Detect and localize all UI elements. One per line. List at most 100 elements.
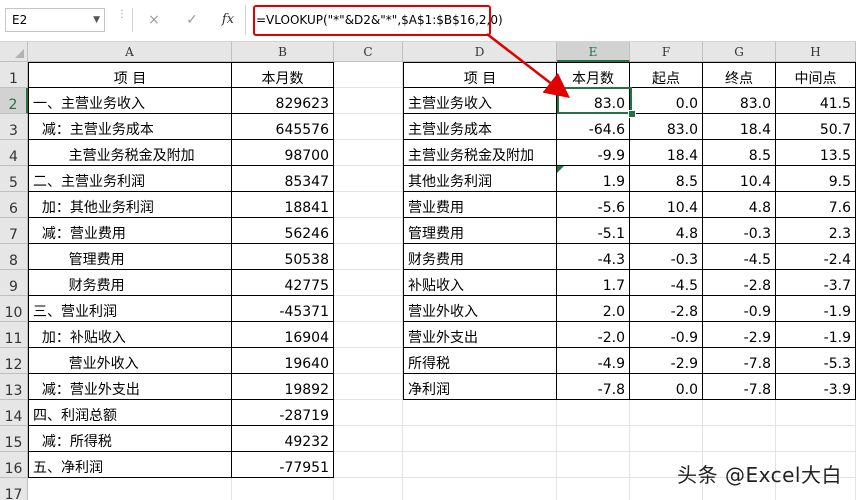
table-cell-value[interactable]: 7.6: [776, 192, 856, 218]
table-cell-value[interactable]: 10.4: [630, 192, 703, 218]
cell-d1[interactable]: 项 目: [403, 62, 557, 88]
cell-d14[interactable]: [403, 400, 557, 426]
table-cell-value[interactable]: -9.9: [557, 140, 630, 166]
table-cell-item[interactable]: 营业外收入: [403, 296, 557, 322]
table-cell-value[interactable]: 0.0: [630, 374, 703, 400]
column-header-g[interactable]: G: [703, 42, 776, 62]
cell-c4[interactable]: [334, 140, 403, 166]
cell-e15[interactable]: [557, 426, 630, 452]
row-header-10[interactable]: 10: [0, 296, 28, 322]
table-cell-value[interactable]: 1.9: [557, 166, 630, 192]
row-header-17[interactable]: 17: [0, 478, 28, 500]
table-cell-value[interactable]: -1.9: [776, 296, 856, 322]
cancel-icon[interactable]: ×: [143, 9, 165, 31]
cell-e17[interactable]: [557, 478, 630, 500]
column-header-a[interactable]: A: [28, 42, 232, 62]
table-cell-item[interactable]: 财务费用: [28, 270, 232, 296]
table-cell-value[interactable]: 0.0: [630, 88, 703, 114]
cell-e1[interactable]: 本月数: [557, 62, 630, 88]
cell-c5[interactable]: [334, 166, 403, 192]
table-cell-item[interactable]: 加：补贴收入: [28, 322, 232, 348]
table-cell-value[interactable]: 9.5: [776, 166, 856, 192]
table-cell-item[interactable]: 减：营业费用: [28, 218, 232, 244]
table-cell-value[interactable]: 16904: [232, 322, 334, 348]
table-cell-value[interactable]: -2.8: [630, 296, 703, 322]
row-header-14[interactable]: 14: [0, 400, 28, 426]
table-cell-item[interactable]: 主营业务成本: [403, 114, 557, 140]
table-cell-value[interactable]: 829623: [232, 88, 334, 114]
table-cell-item[interactable]: 主营业务税金及附加: [403, 140, 557, 166]
table-cell-item[interactable]: 主营业务税金及附加: [28, 140, 232, 166]
cell-g14[interactable]: [703, 400, 776, 426]
row-header-9[interactable]: 9: [0, 270, 28, 296]
table-cell-value[interactable]: -7.8: [703, 374, 776, 400]
table-cell-value[interactable]: -5.3: [776, 348, 856, 374]
table-cell-value[interactable]: 98700: [232, 140, 334, 166]
table-cell-value[interactable]: 4.8: [630, 218, 703, 244]
column-header-b[interactable]: B: [232, 42, 334, 62]
table-cell-value[interactable]: -3.7: [776, 270, 856, 296]
table-cell-item[interactable]: 管理费用: [28, 244, 232, 270]
table-cell-value[interactable]: -0.9: [703, 296, 776, 322]
row-header-13[interactable]: 13: [0, 374, 28, 400]
table-cell-value[interactable]: 83.0: [557, 88, 630, 114]
cell-a17[interactable]: [28, 478, 232, 500]
table-cell-value[interactable]: 8.5: [630, 166, 703, 192]
cell-c17[interactable]: [334, 478, 403, 500]
cell-c12[interactable]: [334, 348, 403, 374]
table-cell-value[interactable]: -4.9: [557, 348, 630, 374]
cell-c14[interactable]: [334, 400, 403, 426]
table-cell-value[interactable]: 1.7: [557, 270, 630, 296]
cell-c9[interactable]: [334, 270, 403, 296]
table-cell-value[interactable]: -64.6: [557, 114, 630, 140]
table-cell-item[interactable]: 补贴收入: [403, 270, 557, 296]
cell-d16[interactable]: [403, 452, 557, 478]
column-header-d[interactable]: D: [403, 42, 557, 62]
table-cell-value[interactable]: 85347: [232, 166, 334, 192]
table-cell-value[interactable]: 4.8: [703, 192, 776, 218]
table-cell-value[interactable]: 13.5: [776, 140, 856, 166]
row-header-15[interactable]: 15: [0, 426, 28, 452]
cell-f14[interactable]: [630, 400, 703, 426]
table-cell-value[interactable]: 19892: [232, 374, 334, 400]
table-cell-value[interactable]: 83.0: [630, 114, 703, 140]
table-cell-item[interactable]: 营业外收入: [28, 348, 232, 374]
row-header-5[interactable]: 5: [0, 166, 28, 192]
table-cell-value[interactable]: 18.4: [703, 114, 776, 140]
table-cell-item[interactable]: 二、主营业务利润: [28, 166, 232, 192]
chevron-down-icon[interactable]: ▼: [93, 9, 100, 31]
column-header-f[interactable]: F: [630, 42, 703, 62]
cell-c13[interactable]: [334, 374, 403, 400]
table-cell-value[interactable]: -7.8: [703, 348, 776, 374]
table-cell-value[interactable]: 10.4: [703, 166, 776, 192]
cell-c3[interactable]: [334, 114, 403, 140]
row-header-2[interactable]: 2: [0, 88, 28, 114]
table-cell-value[interactable]: 83.0: [703, 88, 776, 114]
cell-f1[interactable]: 起点: [630, 62, 703, 88]
table-cell-value[interactable]: -4.5: [703, 244, 776, 270]
table-cell-value[interactable]: 56246: [232, 218, 334, 244]
table-cell-value[interactable]: 2.0: [557, 296, 630, 322]
table-cell-value[interactable]: 8.5: [703, 140, 776, 166]
table-cell-value[interactable]: -2.9: [630, 348, 703, 374]
cell-g1[interactable]: 终点: [703, 62, 776, 88]
table-cell-value[interactable]: 49232: [232, 426, 334, 452]
cell-h15[interactable]: [776, 426, 856, 452]
cell-g15[interactable]: [703, 426, 776, 452]
table-cell-item[interactable]: 所得税: [403, 348, 557, 374]
column-header-c[interactable]: C: [334, 42, 403, 62]
table-cell-item[interactable]: 净利润: [403, 374, 557, 400]
table-cell-item[interactable]: 财务费用: [403, 244, 557, 270]
table-cell-value[interactable]: -28719: [232, 400, 334, 426]
table-cell-value[interactable]: -77951: [232, 452, 334, 478]
table-cell-item[interactable]: 四、利润总额: [28, 400, 232, 426]
table-cell-item[interactable]: 其他业务利润: [403, 166, 557, 192]
table-cell-value[interactable]: -4.5: [630, 270, 703, 296]
table-cell-item[interactable]: 减：所得税: [28, 426, 232, 452]
table-cell-value[interactable]: -4.3: [557, 244, 630, 270]
table-cell-value[interactable]: -0.3: [703, 218, 776, 244]
row-header-12[interactable]: 12: [0, 348, 28, 374]
table-cell-value[interactable]: 50538: [232, 244, 334, 270]
name-box[interactable]: E2 ▼: [5, 8, 105, 32]
table-cell-value[interactable]: 19640: [232, 348, 334, 374]
